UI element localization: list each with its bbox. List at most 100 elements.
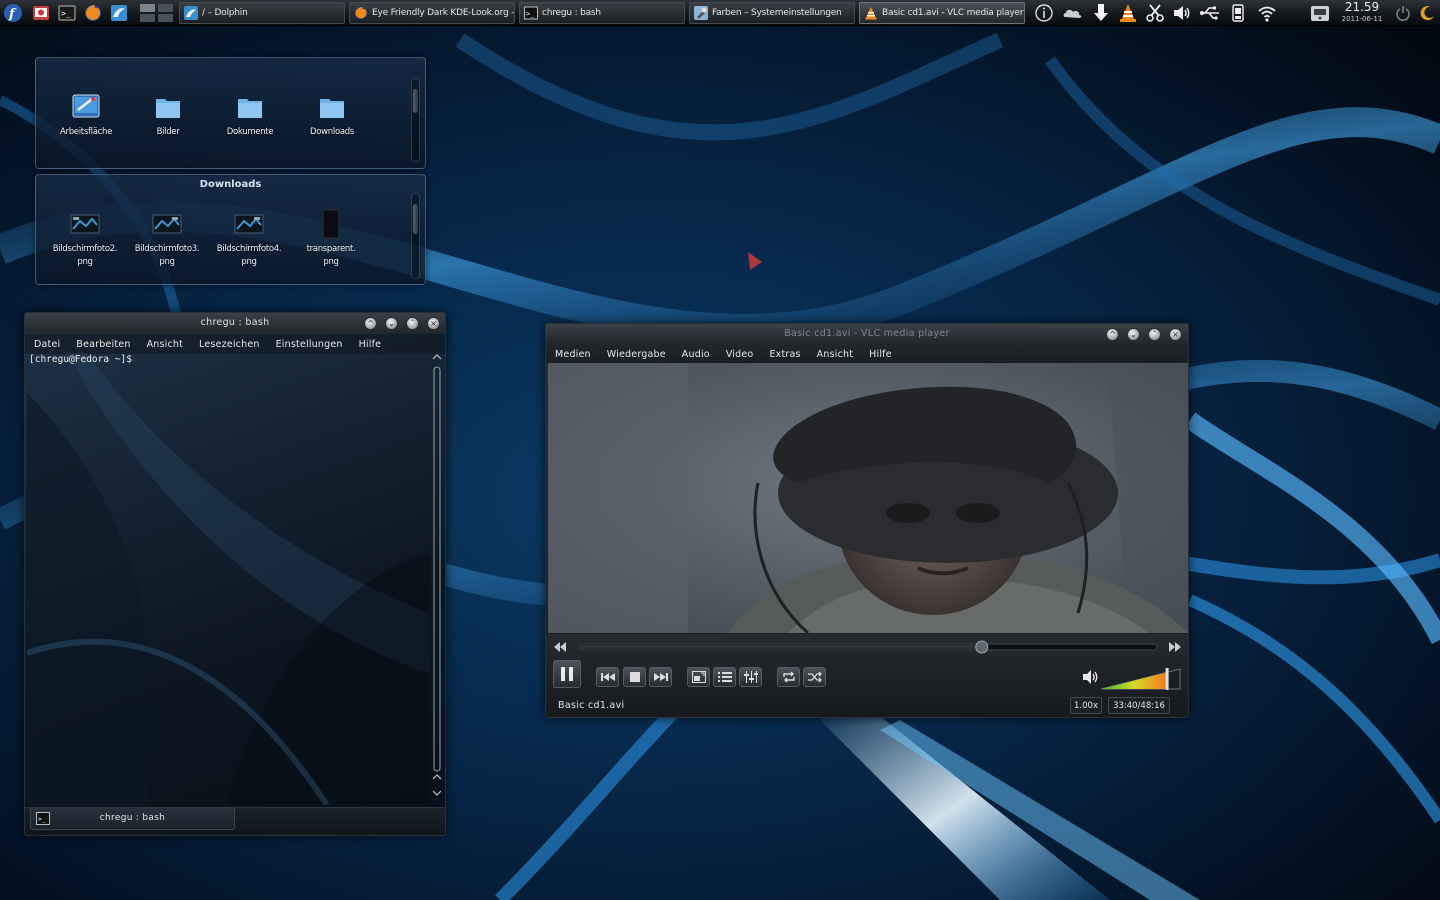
- places-folderview-widget: Arbeitsfläche Bilder Dokumente Downloads: [35, 57, 426, 169]
- loop-button[interactable]: [777, 667, 800, 687]
- maximize-button[interactable]: ˆ: [1148, 328, 1161, 341]
- folderview-item[interactable]: Bildschirmfoto2. png: [45, 209, 125, 269]
- previous-button[interactable]: [596, 667, 619, 687]
- folderview-item[interactable]: transparent. png: [291, 209, 371, 269]
- menu-wiedergabe[interactable]: Wiedergabe: [607, 349, 666, 360]
- folderview-item[interactable]: Arbeitsfläche: [46, 92, 126, 139]
- battery-device-icon[interactable]: [1306, 3, 1334, 23]
- firefox-icon: [354, 6, 368, 20]
- download-icon[interactable]: [1090, 3, 1112, 23]
- folderview-item[interactable]: Bildschirmfoto3. png: [127, 209, 207, 269]
- folderview-item[interactable]: Bildschirmfoto4. png: [209, 209, 289, 269]
- stop-button[interactable]: [623, 667, 646, 687]
- menu-hilfe[interactable]: Hilfe: [869, 349, 892, 360]
- maximize-button[interactable]: ˆ: [406, 317, 419, 330]
- clock-date[interactable]: 2011-06-11: [1340, 15, 1384, 23]
- desktop-folder-icon: [71, 92, 101, 122]
- keep-above-button[interactable]: ^: [1106, 328, 1119, 341]
- folderview-scrollbar[interactable]: [411, 78, 420, 162]
- terminal-scrollbar[interactable]: [430, 353, 444, 805]
- elapsed-total-time[interactable]: 33:40/48:16: [1108, 697, 1170, 714]
- vlc-icon: [864, 6, 878, 20]
- weather-icon[interactable]: [1060, 3, 1086, 23]
- close-button[interactable]: ×: [427, 317, 440, 330]
- menu-ansicht[interactable]: Ansicht: [817, 349, 853, 360]
- task-system-settings[interactable]: Farben – Systemeinstellungen: [689, 2, 855, 24]
- next-button[interactable]: [649, 667, 672, 687]
- info-icon[interactable]: [1032, 3, 1056, 23]
- wifi-icon[interactable]: [1254, 3, 1280, 23]
- faster-icon[interactable]: [1169, 642, 1181, 652]
- playback-speed[interactable]: 1.00x: [1070, 697, 1102, 714]
- menu-datei[interactable]: Datei: [34, 339, 60, 350]
- svg-text:>_: >_: [61, 9, 71, 18]
- vlc-statusbar: Basic cd1.avi 1.00x 33:40/48:16: [546, 696, 1188, 717]
- fullscreen-button[interactable]: [687, 667, 710, 687]
- volume-level: [1101, 669, 1167, 689]
- system-monitor-icon[interactable]: [30, 2, 52, 24]
- playlist-button[interactable]: [713, 667, 736, 687]
- minimize-button[interactable]: ⌄: [1127, 328, 1140, 341]
- clock-time[interactable]: 21.59: [1340, 0, 1384, 14]
- folder-icon: [317, 92, 347, 122]
- moon-icon[interactable]: [1418, 3, 1438, 23]
- folderview-item-extension: png: [323, 257, 339, 267]
- terminal-titlebar[interactable]: chregu : bash ^ ⌄ ˆ ×: [25, 313, 445, 333]
- task-label: Farben – Systemeinstellungen: [712, 8, 842, 18]
- folderview-item-extension: png: [241, 257, 257, 267]
- vlc-titlebar[interactable]: Basic cd1.avi - VLC media player ^ ⌄ ˆ ×: [546, 324, 1188, 344]
- task-vlc[interactable]: Basic cd1.avi - VLC media player: [859, 2, 1025, 24]
- menu-ansicht[interactable]: Ansicht: [147, 339, 183, 350]
- folderview-title: Downloads: [199, 179, 262, 190]
- folderview-item[interactable]: Bilder: [128, 92, 208, 139]
- firefox-launcher-icon[interactable]: [82, 2, 104, 24]
- scrollbar-thumb[interactable]: [413, 204, 418, 234]
- folderview-item-label: Bildschirmfoto3.: [134, 244, 200, 254]
- menu-video[interactable]: Video: [726, 349, 754, 360]
- menu-medien[interactable]: Medien: [555, 349, 591, 360]
- menu-einstellungen[interactable]: Einstellungen: [276, 339, 343, 350]
- folderview-item-label: Arbeitsfläche: [59, 127, 112, 137]
- phone-device-icon[interactable]: [1227, 3, 1249, 23]
- menu-audio[interactable]: Audio: [682, 349, 710, 360]
- menu-extras[interactable]: Extras: [769, 349, 800, 360]
- scissors-icon[interactable]: [1144, 3, 1166, 23]
- downloads-folderview-widget: Downloads Bildschirmfoto2. png Bildschir…: [35, 174, 426, 285]
- terminal-tab[interactable]: >_ chregu : bash: [30, 808, 235, 830]
- minimize-button[interactable]: ⌄: [385, 317, 398, 330]
- folderview-item-label: Bildschirmfoto4.: [216, 244, 282, 254]
- folderview-scrollbar[interactable]: [411, 193, 420, 279]
- terminal-launcher-icon[interactable]: >_: [56, 2, 78, 24]
- terminal-output[interactable]: [chregu@Fedora ~]$: [27, 353, 429, 805]
- folderview-item-extension: png: [159, 257, 175, 267]
- seek-handle[interactable]: [975, 640, 989, 654]
- vlc-tray-icon[interactable]: [1117, 3, 1139, 23]
- scrollbar-thumb[interactable]: [413, 89, 418, 113]
- power-icon[interactable]: [1392, 3, 1414, 23]
- usb-icon[interactable]: [1198, 3, 1222, 23]
- terminal-tabbar: >_ chregu : bash: [25, 807, 445, 835]
- pause-button[interactable]: [553, 660, 581, 688]
- menu-bearbeiten[interactable]: Bearbeiten: [76, 339, 130, 350]
- speaker-icon[interactable]: [1170, 3, 1194, 23]
- close-button[interactable]: ×: [1169, 328, 1182, 341]
- menu-lesezeichen[interactable]: Lesezeichen: [199, 339, 260, 350]
- video-frame[interactable]: [548, 363, 1188, 633]
- extended-settings-button[interactable]: [739, 667, 762, 687]
- fedora-menu-icon[interactable]: f: [2, 2, 24, 24]
- volume-slider[interactable]: [1100, 667, 1182, 691]
- volume-icon[interactable]: [1081, 668, 1101, 686]
- shuffle-button[interactable]: [803, 667, 826, 687]
- task-firefox[interactable]: Eye Friendly Dark KDE-Look.org - M: [349, 2, 515, 24]
- task-dolphin[interactable]: / – Dolphin: [179, 2, 345, 24]
- keep-above-button[interactable]: ^: [364, 317, 377, 330]
- pager-icon[interactable]: [138, 2, 176, 24]
- task-terminal[interactable]: >_ chregu : bash: [519, 2, 685, 24]
- slower-icon[interactable]: [554, 642, 566, 652]
- image-file-icon: [234, 209, 264, 239]
- volume-handle[interactable]: [1165, 668, 1169, 690]
- folderview-item[interactable]: Dokumente: [210, 92, 290, 139]
- dolphin-launcher-icon[interactable]: [108, 2, 130, 24]
- menu-hilfe[interactable]: Hilfe: [359, 339, 382, 350]
- folderview-item[interactable]: Downloads: [292, 92, 372, 139]
